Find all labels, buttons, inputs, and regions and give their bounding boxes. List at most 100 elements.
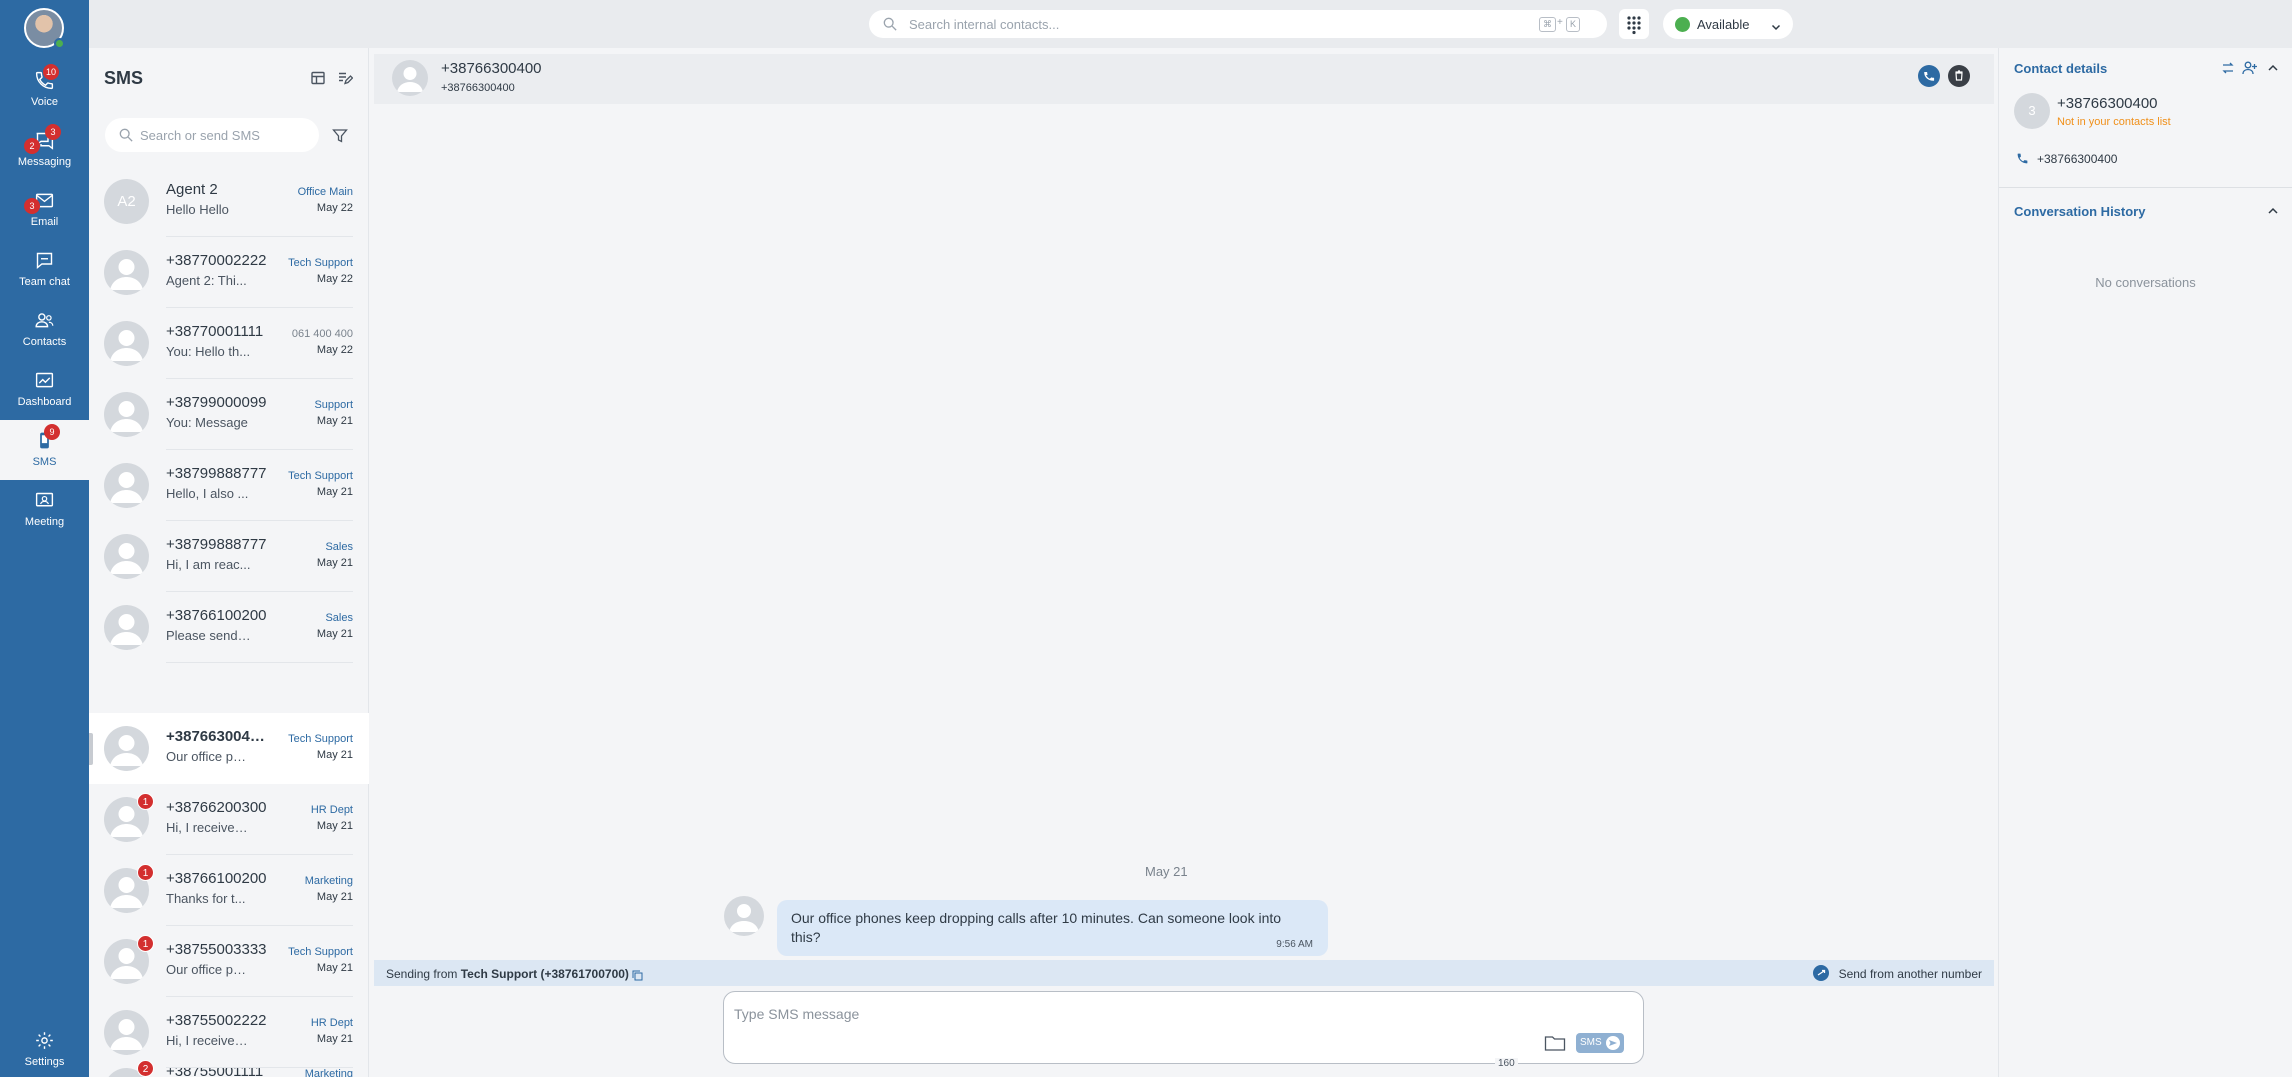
team-chat-icon	[34, 250, 55, 271]
compose-icon[interactable]	[337, 70, 354, 86]
nav-email-label: Email	[30, 216, 59, 228]
conversation-date: May 21	[316, 749, 353, 761]
nav-settings-label: Settings	[24, 1056, 65, 1068]
conversation-item[interactable]: +38766100200 Please send ... Sales May 2…	[89, 592, 369, 663]
presence-indicator	[54, 38, 65, 49]
messaging-badge: 3	[45, 124, 61, 140]
selection-indicator	[89, 733, 93, 765]
nav-voice[interactable]: 10 Voice	[0, 60, 89, 120]
nav-meeting[interactable]: Meeting	[0, 480, 89, 540]
messaging-badge-secondary: 2	[24, 138, 40, 154]
unread-badge: 2	[137, 1060, 154, 1077]
conversation-date: May 22	[316, 344, 353, 356]
conversation-name: Agent 2	[166, 181, 218, 198]
sms-composer[interactable]: Type SMS message SMS	[723, 991, 1644, 1064]
user-avatar[interactable]	[24, 8, 65, 49]
conversation-line-tag: Support	[314, 399, 353, 411]
conversation-preview: Hello, I also ...	[166, 486, 249, 501]
conversation-preview: Our office ph...	[166, 962, 251, 977]
transfer-icon[interactable]	[2220, 60, 2236, 76]
conversation-item[interactable]: 1 +38755003333 Our office ph... Tech Sup…	[89, 926, 369, 997]
contact-avatar	[392, 60, 428, 96]
conversation-date: May 21	[316, 415, 353, 427]
status-dropdown[interactable]: Available	[1663, 9, 1793, 39]
filter-icon[interactable]	[332, 128, 348, 144]
conversation-item[interactable]: +38799888777 Hi, I am reac... Sales May …	[89, 521, 369, 592]
conversation-name: +38799888777	[166, 465, 267, 482]
conversation-item[interactable]: +38755001111 Marketing 2	[89, 1060, 369, 1077]
avatar	[104, 250, 149, 295]
avatar	[104, 605, 149, 650]
conversation-line-tag: 061 400 400	[291, 328, 353, 340]
attach-folder-icon[interactable]	[1544, 1034, 1566, 1052]
avatar	[104, 534, 149, 579]
dialpad-button[interactable]	[1619, 9, 1649, 39]
contact-status-note: Not in your contacts list	[2057, 116, 2171, 128]
delete-conversation-button[interactable]	[1948, 65, 1970, 87]
avatar: A2	[104, 179, 149, 224]
nav-email[interactable]: 3 Email	[0, 180, 89, 240]
conversation-history-title[interactable]: Conversation History	[2014, 204, 2145, 219]
conversation-preview: Hi, I received...	[166, 1033, 251, 1048]
status-label: Available	[1697, 17, 1750, 32]
nav-sms[interactable]: 9 SMS	[0, 420, 89, 480]
unread-badge: 1	[137, 935, 154, 952]
sending-from-prefix: Sending from	[386, 967, 458, 981]
shortcut-key-k: K	[1566, 17, 1581, 32]
sms-list-panel: SMS Search or send SMS A2 Agent 2 Hello …	[89, 48, 369, 1077]
chat-contact-number: +38766300400	[441, 60, 542, 77]
conversation-item[interactable]: 1 +38766200300 Hi, I received... HR Dept…	[89, 784, 369, 855]
message-time: 9:56 AM	[1276, 939, 1313, 950]
nav-team-chat[interactable]: Team chat	[0, 240, 89, 300]
send-from-another-number-link[interactable]: Send from another number	[1839, 967, 1982, 981]
conversation-item[interactable]: +38799000099 You: Message Support May 21	[89, 379, 369, 450]
sending-from-line: Tech Support (+38761700700)	[460, 967, 629, 981]
shortcut-plus: +	[1557, 17, 1563, 28]
conversation-item[interactable]: 1 +38766100200 Thanks for t... Marketing…	[89, 855, 369, 926]
global-search-input[interactable]: Search internal contacts... ⌘ + K	[869, 10, 1607, 38]
nav-contacts[interactable]: Contacts	[0, 300, 89, 360]
search-icon	[883, 17, 897, 31]
nav-messaging[interactable]: 3 2 Messaging	[0, 120, 89, 180]
conversation-name: +38755001111	[166, 1068, 264, 1077]
add-contact-icon[interactable]	[2242, 60, 2258, 76]
left-nav-rail: 10 Voice 3 2 Messaging 3 Email Team chat…	[0, 0, 89, 1077]
voice-badge: 10	[43, 64, 60, 80]
conversation-preview: You: Message	[166, 415, 248, 430]
conversation-item-selected[interactable]: +3876630040… Our office ph... Tech Suppo…	[89, 713, 369, 784]
nav-dashboard-label: Dashboard	[17, 396, 72, 408]
conversation-date: May 21	[316, 962, 353, 974]
avatar	[104, 321, 149, 366]
sms-search-input[interactable]: Search or send SMS	[105, 118, 319, 152]
nav-dashboard[interactable]: Dashboard	[0, 360, 89, 420]
chevron-up-icon[interactable]	[2265, 60, 2281, 76]
conversation-line-tag: Tech Support	[288, 733, 353, 745]
conversation-preview: You: Hello th...	[166, 344, 251, 359]
conversation-date: May 22	[316, 202, 353, 214]
conversation-item[interactable]: A2 Agent 2 Hello Hello Office Main May 2…	[89, 166, 369, 237]
nav-settings[interactable]: Settings	[0, 1020, 89, 1077]
copy-icon[interactable]	[632, 968, 643, 981]
conversation-item[interactable]: +38770002222 Agent 2: Thi... Tech Suppor…	[89, 237, 369, 308]
sms-panel-title: SMS	[104, 68, 144, 88]
conversation-line-tag: Tech Support	[288, 946, 353, 958]
conversation-item[interactable]: +38799888777 Hello, I also ... Tech Supp…	[89, 450, 369, 521]
conversation-item[interactable]: +38755002222 Hi, I received... HR Dept M…	[89, 997, 369, 1068]
day-separator: May 21	[1145, 864, 1188, 879]
chevron-up-icon[interactable]	[2265, 203, 2281, 219]
conversation-item[interactable]: +38770001111 You: Hello th... 061 400 40…	[89, 308, 369, 379]
global-search-placeholder: Search internal contacts...	[909, 17, 1060, 32]
conversation-name: +3876630040…	[166, 728, 271, 745]
contact-phone-number[interactable]: +38766300400	[2037, 152, 2117, 166]
unread-badge: 1	[137, 864, 154, 881]
avatar	[104, 392, 149, 437]
conversation-date: May 21	[316, 486, 353, 498]
gear-icon	[34, 1030, 55, 1051]
layout-toggle-icon[interactable]	[310, 70, 326, 86]
switch-number-icon[interactable]	[1813, 965, 1829, 981]
sending-from-bar: Sending from Tech Support (+38761700700)…	[374, 960, 1994, 986]
call-button[interactable]	[1918, 65, 1940, 87]
nav-sms-label: SMS	[32, 456, 57, 468]
send-sms-button[interactable]: SMS	[1576, 1033, 1624, 1053]
contact-details-panel: Contact details 3 +38766300400 Not in yo…	[1998, 48, 2292, 1077]
